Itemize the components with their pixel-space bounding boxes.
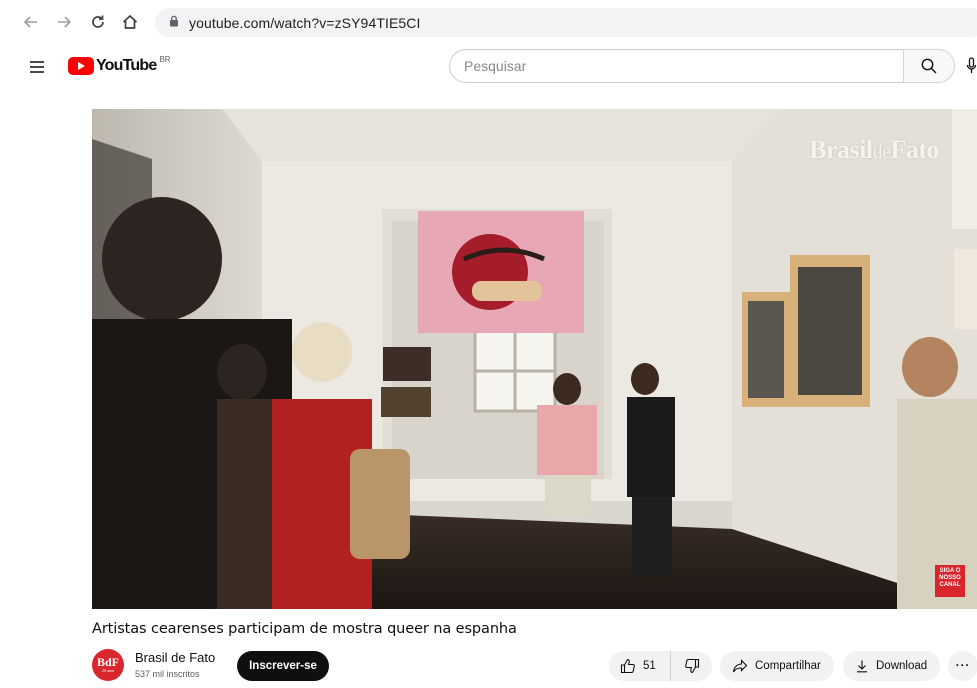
video-title: Artistas cearenses participam de mostra … [92, 621, 517, 637]
subscriber-count: 537 mil inscritos [135, 669, 200, 679]
channel-watermark: BrasildeFato [809, 135, 939, 164]
subscribe-badge[interactable]: SIGA O NOSSO CANAL [935, 565, 965, 597]
youtube-logo[interactable]: YouTube BR [68, 54, 171, 75]
like-dislike-group: 51 [609, 651, 712, 681]
video-frame [92, 109, 977, 609]
hamburger-menu-icon[interactable] [26, 56, 48, 78]
search-button[interactable] [903, 49, 955, 83]
video-player[interactable]: BrasildeFato SIGA O NOSSO CANAL [92, 109, 977, 609]
lock-icon [169, 14, 179, 32]
reload-icon[interactable] [87, 11, 109, 33]
channel-name[interactable]: Brasil de Fato [135, 650, 215, 665]
browser-toolbar: youtube.com/watch?v=zSY94TIE5CI [0, 0, 977, 43]
microphone-icon[interactable] [966, 57, 977, 75]
download-icon [857, 660, 867, 673]
more-actions-button[interactable]: ··· [948, 651, 977, 681]
share-icon [732, 659, 748, 673]
like-button[interactable]: 51 [609, 651, 671, 681]
search-icon [921, 58, 937, 74]
thumbs-down-icon [684, 658, 699, 674]
logo-text: YouTube [96, 57, 157, 74]
thumbs-up-icon [620, 658, 635, 674]
address-bar[interactable]: youtube.com/watch?v=zSY94TIE5CI [155, 8, 977, 37]
subscribe-button[interactable]: Inscrever-se [237, 651, 329, 681]
play-logo-icon [68, 57, 94, 75]
download-label: Download [876, 660, 928, 672]
dislike-button[interactable] [671, 651, 712, 681]
url-text: youtube.com/watch?v=zSY94TIE5CI [189, 14, 421, 31]
share-label: Compartilhar [755, 660, 821, 672]
channel-avatar[interactable]: BdF 20 anos [92, 649, 124, 681]
search-input[interactable]: Pesquisar [449, 49, 904, 83]
share-button[interactable]: Compartilhar [720, 651, 834, 681]
country-code: BR [159, 54, 171, 64]
home-icon[interactable] [119, 11, 141, 33]
download-button[interactable]: Download [843, 651, 940, 681]
forward-arrow-icon[interactable] [53, 11, 75, 33]
like-count: 51 [643, 660, 656, 672]
back-arrow-icon[interactable] [20, 11, 42, 33]
youtube-header: YouTube BR Pesquisar [0, 43, 977, 91]
